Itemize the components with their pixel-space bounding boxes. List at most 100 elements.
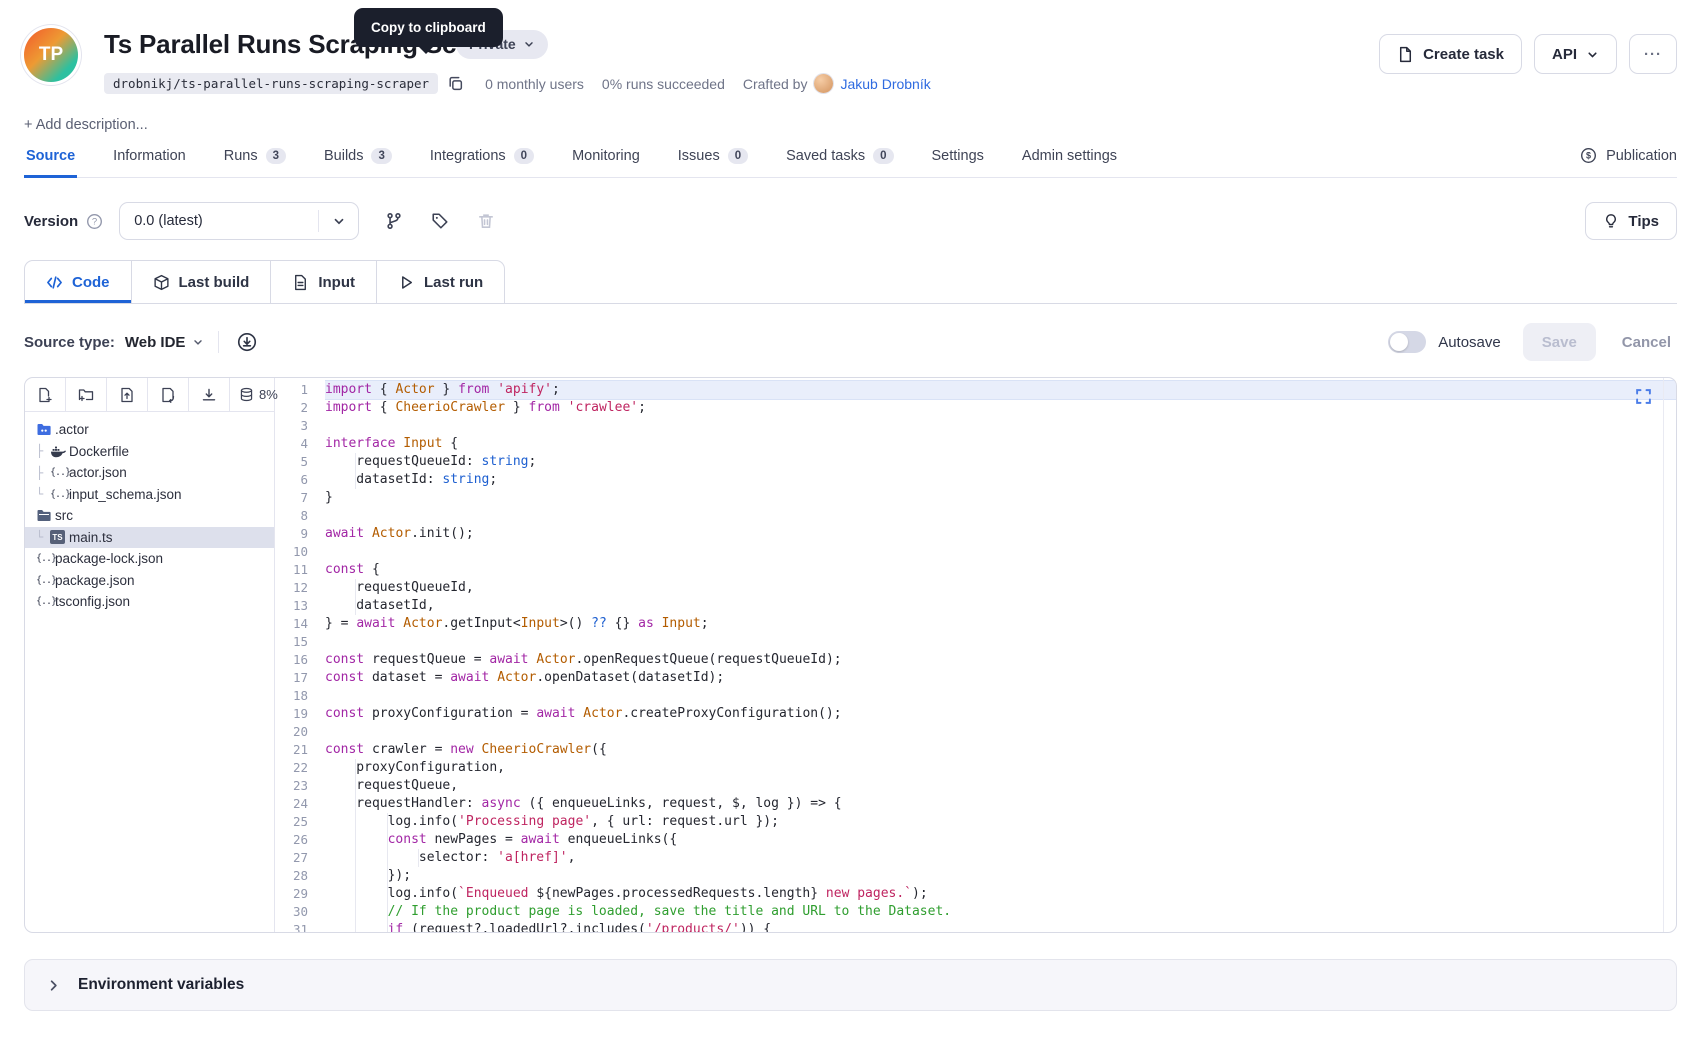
file-tree-item-input-schema-json[interactable]: └{..}input_schema.json (25, 484, 274, 506)
code-line[interactable]: 25log.info('Processing page', { url: req… (275, 813, 1676, 831)
download-source-button[interactable] (233, 328, 261, 356)
code-line[interactable]: 7} (275, 489, 1676, 507)
more-actions-button[interactable]: ··· (1629, 34, 1677, 74)
line-content: datasetId, (325, 597, 1676, 615)
import-file-button[interactable] (148, 378, 189, 411)
code-line[interactable]: 27selector: 'a[href]', (275, 849, 1676, 867)
file-tree-item-package-lock-json[interactable]: {..}package-lock.json (25, 548, 274, 570)
tab-source[interactable]: Source (24, 148, 77, 177)
svg-text:?: ? (92, 216, 97, 227)
code-line[interactable]: 13datasetId, (275, 597, 1676, 615)
tab-runs[interactable]: Runs3 (222, 148, 288, 177)
code-line[interactable]: 10 (275, 543, 1676, 561)
tab-bar-items: Source Information Runs3 Builds3 Integration… (24, 148, 1153, 177)
file-tree-item-main-ts[interactable]: └TSmain.ts (25, 527, 274, 549)
add-description-button[interactable]: + Add description... (24, 117, 148, 133)
code-line[interactable]: 4interface Input { (275, 435, 1676, 453)
tab-label: Issues (678, 148, 720, 164)
subtab-code[interactable]: Code (25, 261, 132, 303)
code-line[interactable]: 1import { Actor } from 'apify'; (275, 381, 1676, 399)
code-line[interactable]: 12requestQueueId, (275, 579, 1676, 597)
code-line[interactable]: 31if (request?.loadedUrl?.includes('/pro… (275, 921, 1676, 932)
line-number: 24 (275, 795, 325, 813)
code-line[interactable]: 26const newPages = await enqueueLinks({ (275, 831, 1676, 849)
code-line[interactable]: 17const dataset = await Actor.openDatase… (275, 669, 1676, 687)
repo-path[interactable]: drobnikj/ts-parallel-runs-scraping-scrap… (104, 73, 438, 94)
tab-integrations[interactable]: Integrations0 (428, 148, 536, 177)
code-line[interactable]: 14} = await Actor.getInput<Input>() ?? {… (275, 615, 1676, 633)
subtab-last-build[interactable]: Last build (132, 261, 272, 303)
tab-monitoring[interactable]: Monitoring (570, 148, 642, 177)
line-number: 29 (275, 885, 325, 903)
subtab-last-run[interactable]: Last run (377, 261, 504, 303)
code-line[interactable]: 18 (275, 687, 1676, 705)
editor-scrollbar[interactable] (1663, 378, 1676, 932)
code-line[interactable]: 3 (275, 417, 1676, 435)
code-line[interactable]: 21const crawler = new CheerioCrawler({ (275, 741, 1676, 759)
code-line[interactable]: 23requestQueue, (275, 777, 1676, 795)
delete-version-button[interactable] (473, 208, 499, 234)
new-folder-button[interactable] (66, 378, 107, 411)
subtab-input[interactable]: Input (271, 261, 377, 303)
upload-file-button[interactable] (107, 378, 148, 411)
create-task-button[interactable]: Create task (1379, 34, 1522, 74)
file-tree-item-actor-json[interactable]: ├{..}actor.json (25, 462, 274, 484)
download-circle-icon (237, 332, 257, 352)
help-icon[interactable]: ? (86, 213, 103, 230)
tag-button[interactable] (427, 208, 453, 234)
autosave-toggle[interactable] (1388, 331, 1426, 353)
line-number: 27 (275, 849, 325, 867)
code-line[interactable]: 30// If the product page is loaded, save… (275, 903, 1676, 921)
code-line[interactable]: 6datasetId: string; (275, 471, 1676, 489)
upload-file-icon (119, 387, 135, 403)
source-type-label: Source type: (24, 334, 115, 351)
code-line[interactable]: 28}); (275, 867, 1676, 885)
tips-button[interactable]: Tips (1585, 202, 1677, 240)
tab-issues[interactable]: Issues0 (676, 148, 750, 177)
code-line[interactable]: 2import { CheerioCrawler } from 'crawlee… (275, 399, 1676, 417)
save-button[interactable]: Save (1523, 323, 1596, 361)
source-type-select[interactable]: Web IDE (125, 334, 205, 351)
code-line[interactable]: 24requestHandler: async ({ enqueueLinks,… (275, 795, 1676, 813)
code-line[interactable]: 16const requestQueue = await Actor.openR… (275, 651, 1676, 669)
code-line[interactable]: 8 (275, 507, 1676, 525)
git-branch-button[interactable] (381, 208, 407, 234)
autosave-label: Autosave (1438, 334, 1501, 351)
tab-admin-settings[interactable]: Admin settings (1020, 148, 1119, 177)
tab-publication[interactable]: $ Publication (1580, 147, 1677, 177)
line-content: proxyConfiguration, (325, 759, 1676, 777)
line-number: 8 (275, 507, 325, 525)
typescript-icon: TS (50, 530, 69, 544)
tab-count-badge: 0 (514, 148, 534, 164)
tab-builds[interactable]: Builds3 (322, 148, 394, 177)
cancel-button[interactable]: Cancel (1616, 333, 1677, 352)
file-tree-item-dockerfile[interactable]: ├Dockerfile (25, 441, 274, 463)
version-select[interactable]: 0.0 (latest) (119, 202, 359, 240)
tab-settings[interactable]: Settings (930, 148, 986, 177)
new-file-button[interactable] (25, 378, 66, 411)
code-line[interactable]: 9await Actor.init(); (275, 525, 1676, 543)
code-line[interactable]: 19const proxyConfiguration = await Actor… (275, 705, 1676, 723)
author-link[interactable]: Jakub Drobník (840, 76, 930, 92)
code-line[interactable]: 15 (275, 633, 1676, 651)
tab-label: Builds (324, 148, 364, 164)
subtab-label: Input (318, 274, 355, 291)
file-tree-item-tsconfig-json[interactable]: {..}tsconfig.json (25, 591, 274, 613)
copy-button[interactable] (444, 72, 467, 95)
tab-saved-tasks[interactable]: Saved tasks0 (784, 148, 895, 177)
tab-information[interactable]: Information (111, 148, 188, 177)
download-all-button[interactable] (189, 378, 230, 411)
code-line[interactable]: 11const { (275, 561, 1676, 579)
fullscreen-button[interactable] (1633, 386, 1654, 407)
code-line[interactable]: 5requestQueueId: string; (275, 453, 1676, 471)
file-tree-item-package-json[interactable]: {..}package.json (25, 570, 274, 592)
code-line[interactable]: 20 (275, 723, 1676, 741)
code-line[interactable]: 29log.info(`Enqueued ${newPages.processe… (275, 885, 1676, 903)
file-tree-item--actor[interactable]: .actor (25, 419, 274, 441)
environment-variables-panel[interactable]: Environment variables (24, 959, 1677, 1011)
api-button[interactable]: API (1534, 34, 1617, 74)
file-tree-item-src[interactable]: src (25, 505, 274, 527)
code-line[interactable]: 22proxyConfiguration, (275, 759, 1676, 777)
build-icon (153, 274, 170, 291)
file-toolbar: 8% (25, 378, 274, 412)
